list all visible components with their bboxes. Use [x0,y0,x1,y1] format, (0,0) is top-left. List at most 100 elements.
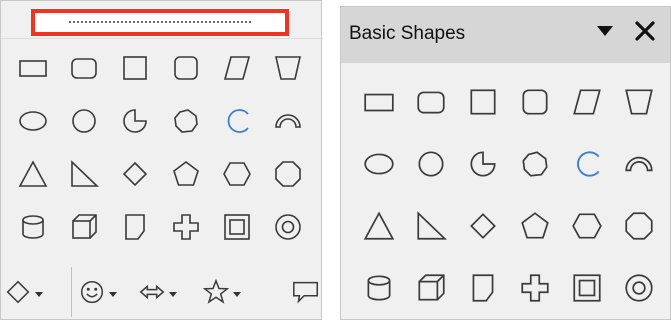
right-triangle-icon [68,158,100,194]
cube-shape-button[interactable] [405,259,457,321]
category-separator [71,267,72,317]
shape-grid [7,43,313,255]
arc-icon [570,147,604,185]
cylinder-icon [17,211,49,247]
block-arc-shape-button[interactable] [509,135,561,197]
square-shape-button[interactable] [457,73,509,135]
rounded-rectangle-icon [414,85,448,123]
circle-pie-icon [466,147,500,185]
rounded-square-shape-button[interactable] [509,73,561,135]
callout-icon [291,277,321,311]
isosceles-triangle-shape-button[interactable] [353,197,405,259]
rectangle-shape-button[interactable] [7,43,58,96]
square-shape-button[interactable] [109,43,160,96]
callouts-dropdown[interactable] [291,277,321,311]
double-arrow-icon [137,277,167,311]
toolbar-grip-handle[interactable] [31,9,289,36]
folded-corner-icon [119,211,151,247]
arc-shape-button[interactable] [561,135,613,197]
cube-icon [68,211,100,247]
close-icon[interactable] [632,17,658,45]
rounded-square-shape-button[interactable] [160,43,211,96]
folded-corner-icon [466,271,500,309]
frame-shape-button[interactable] [561,259,613,321]
trapezoid-icon [272,52,304,88]
pentagon-shape-button[interactable] [160,149,211,202]
pentagon-icon [170,158,202,194]
chevron-down-icon [33,288,45,300]
square-icon [119,52,151,88]
ellipse-icon [17,105,49,141]
rectangle-icon [17,52,49,88]
hexagon-icon [570,209,604,247]
chevron-down-icon [107,288,119,300]
parallelogram-shape-button[interactable] [211,43,262,96]
block-arc-icon [518,147,552,185]
ring-shape-button[interactable] [613,259,665,321]
panel-titlebar[interactable]: Basic Shapes [341,7,670,63]
cylinder-icon [362,271,396,309]
dropdown-triangle-icon[interactable] [592,17,618,45]
square-icon [466,85,500,123]
isosceles-triangle-shape-button[interactable] [7,149,58,202]
trapezoid-shape-button[interactable] [262,43,313,96]
hexagon-shape-button[interactable] [211,149,262,202]
block-arc-shape-button[interactable] [160,96,211,149]
ellipse-shape-button[interactable] [353,135,405,197]
cylinder-shape-button[interactable] [7,202,58,255]
hexagon-shape-button[interactable] [561,197,613,259]
semicircle-arc-shape-button[interactable] [262,96,313,149]
trapezoid-shape-button[interactable] [613,73,665,135]
cylinder-shape-button[interactable] [353,259,405,321]
rounded-rectangle-shape-button[interactable] [58,43,109,96]
symbol-shapes-dropdown[interactable] [77,277,119,311]
circle-pie-shape-button[interactable] [457,135,509,197]
rounded-rectangle-shape-button[interactable] [405,73,457,135]
ring-icon [622,271,656,309]
rounded-square-icon [518,85,552,123]
basic-shapes-diamond-icon [3,277,33,311]
star-icon [201,277,231,311]
folded-corner-shape-button[interactable] [109,202,160,255]
folded-corner-shape-button[interactable] [457,259,509,321]
ring-shape-button[interactable] [262,202,313,255]
ellipse-icon [362,147,396,185]
parallelogram-shape-button[interactable] [561,73,613,135]
octagon-icon [622,209,656,247]
arc-shape-button[interactable] [211,96,262,149]
circle-shape-button[interactable] [405,135,457,197]
right-triangle-icon [414,209,448,247]
right-triangle-shape-button[interactable] [58,149,109,202]
trapezoid-icon [622,85,656,123]
cross-shape-button[interactable] [160,202,211,255]
cross-icon [518,271,552,309]
frame-icon [221,211,253,247]
pentagon-shape-button[interactable] [509,197,561,259]
hexagon-icon [221,158,253,194]
cube-shape-button[interactable] [58,202,109,255]
semicircle-arc-shape-button[interactable] [613,135,665,197]
circle-pie-shape-button[interactable] [109,96,160,149]
semicircle-arc-icon [622,147,656,185]
smiley-icon [77,277,107,311]
octagon-shape-button[interactable] [262,149,313,202]
circle-icon [414,147,448,185]
ellipse-shape-button[interactable] [7,96,58,149]
chevron-down-icon [231,288,243,300]
diamond-shape-button[interactable] [109,149,160,202]
stars-dropdown[interactable] [201,277,243,311]
diamond-shape-button[interactable] [457,197,509,259]
frame-shape-button[interactable] [211,202,262,255]
basic-shapes-toolbar [0,0,323,320]
octagon-shape-button[interactable] [613,197,665,259]
circle-pie-icon [119,105,151,141]
cross-shape-button[interactable] [509,259,561,321]
parallelogram-icon [570,85,604,123]
basic-shapes-dropdown[interactable] [3,277,45,311]
grip-dots [69,21,251,23]
circle-shape-button[interactable] [58,96,109,149]
right-triangle-shape-button[interactable] [405,197,457,259]
rectangle-shape-button[interactable] [353,73,405,135]
block-arrows-dropdown[interactable] [137,277,179,311]
semicircle-arc-icon [272,105,304,141]
